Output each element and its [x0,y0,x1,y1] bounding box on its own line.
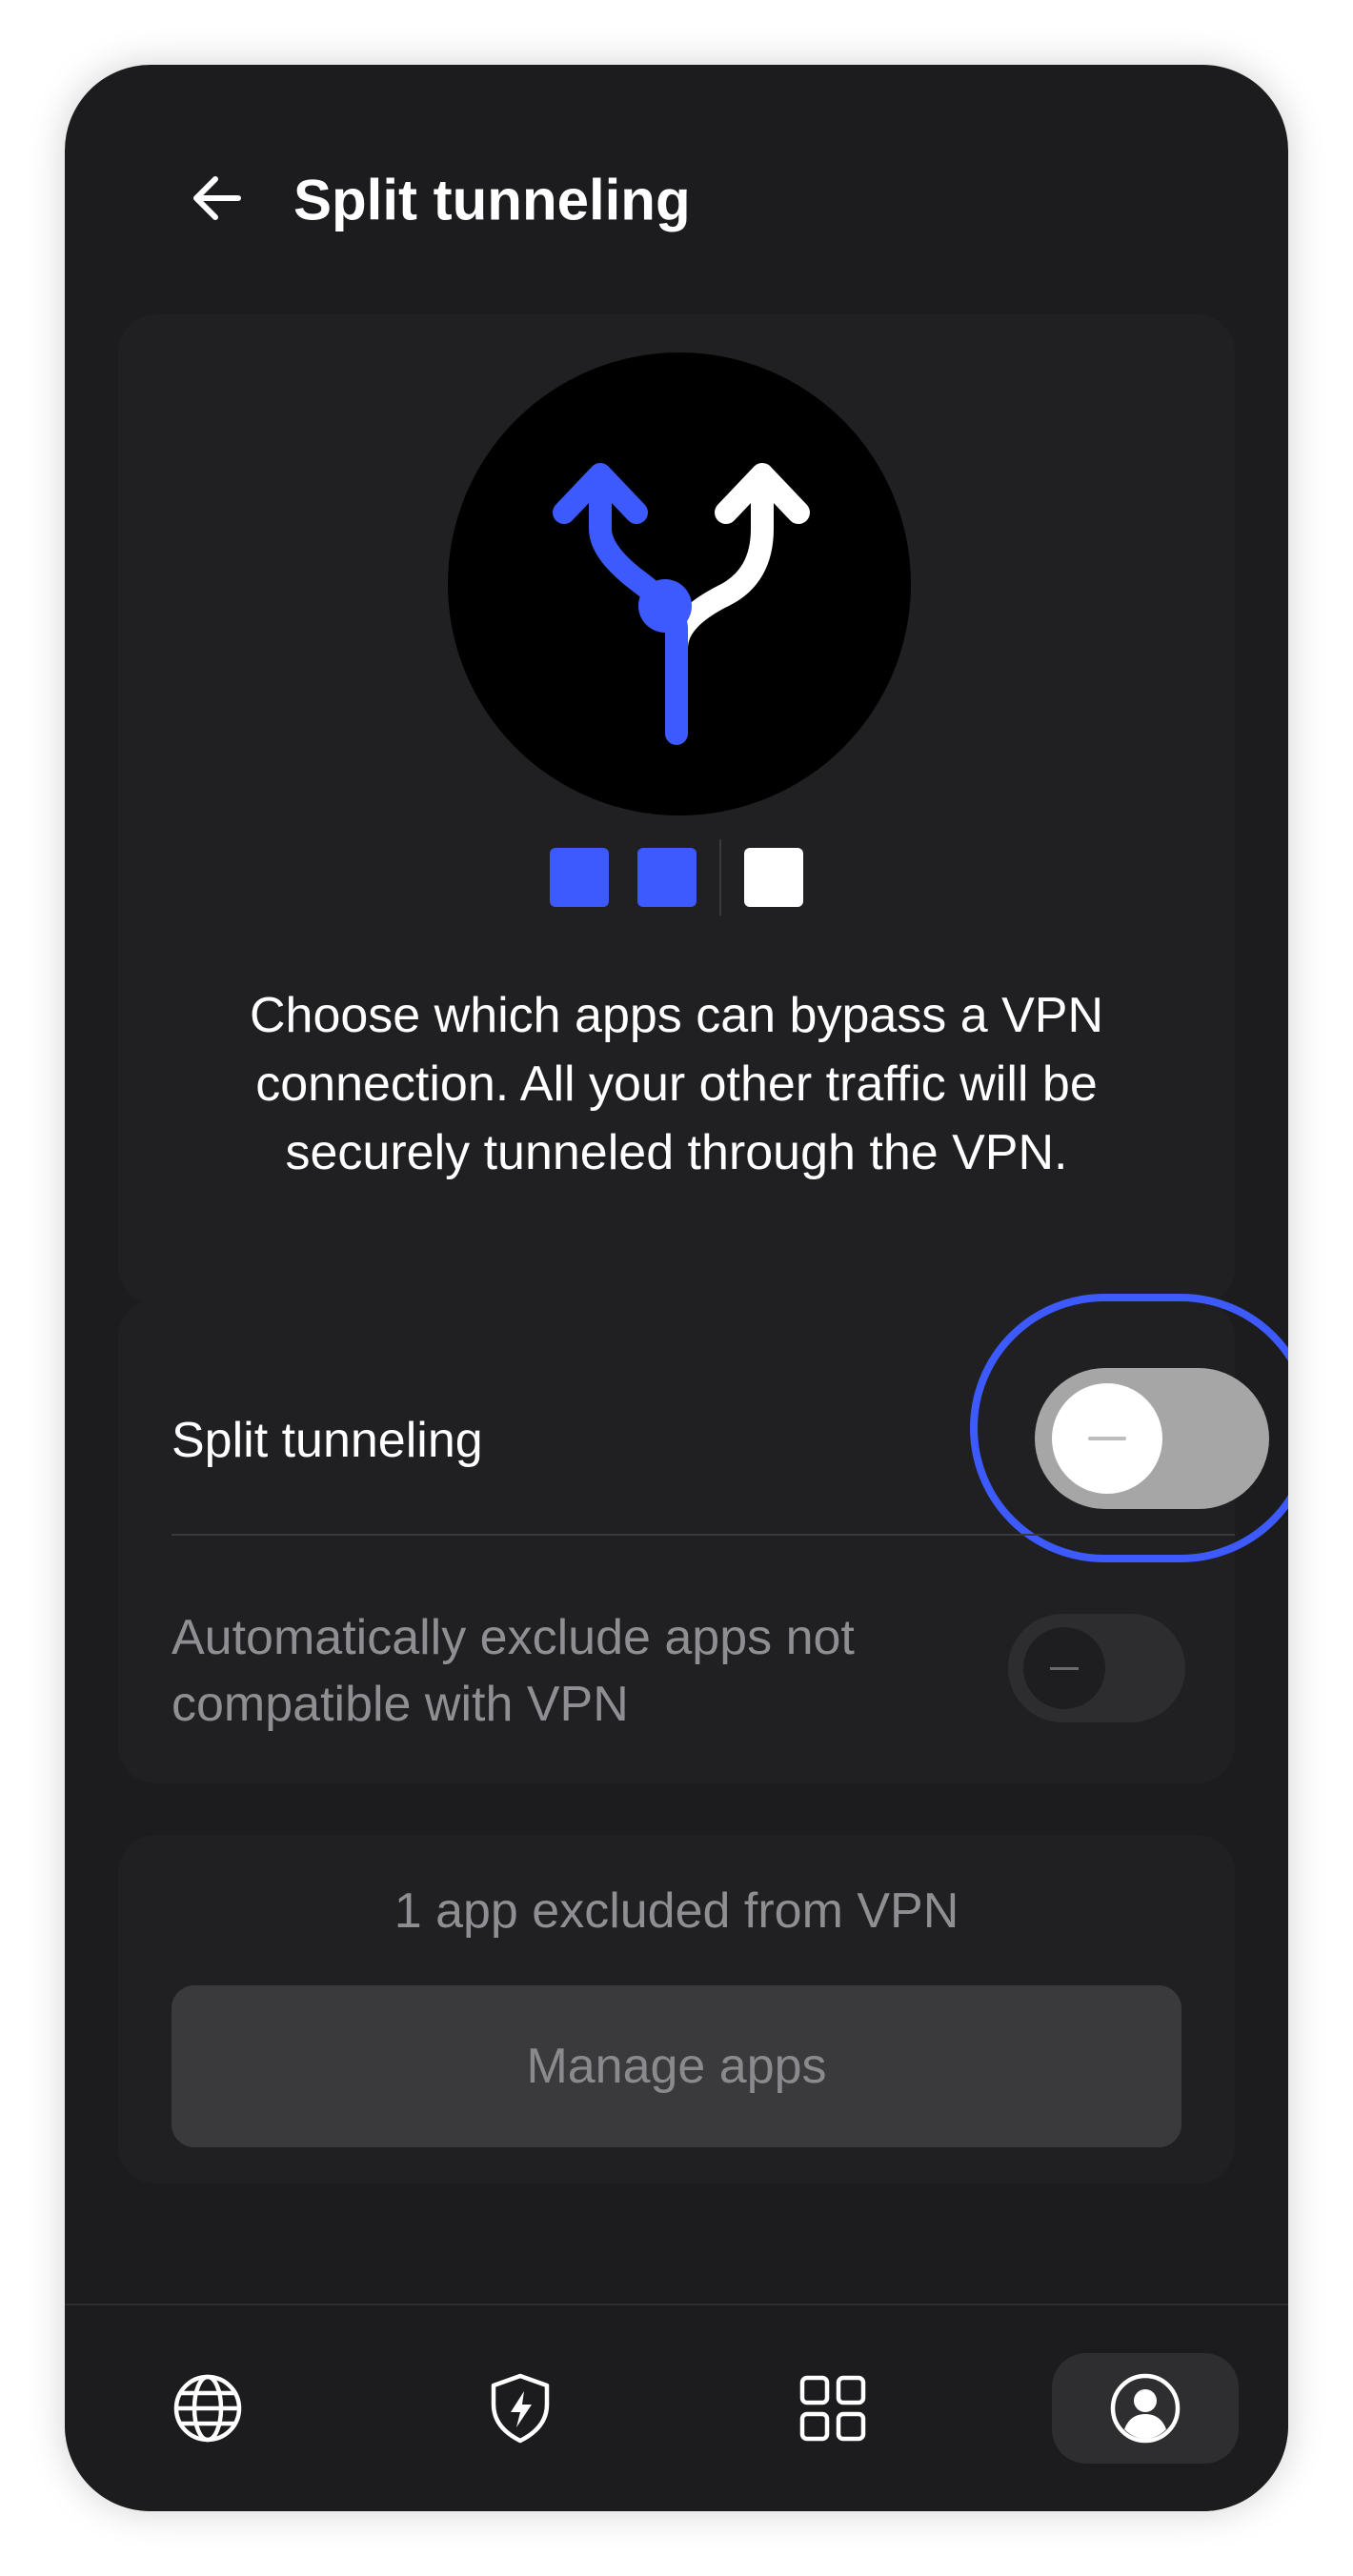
header: Split tunneling [65,65,1288,312]
settings-card: Split tunneling Automatically exclude ap… [118,1294,1288,1783]
auto-exclude-label: Automatically exclude apps not compatibl… [172,1610,855,1732]
toggle-knob [1023,1627,1105,1709]
grid-icon [799,2375,866,2442]
shield-bolt-icon [491,2373,550,2444]
blue-square-icon [637,848,697,907]
globe-icon [173,2374,242,2443]
nav-apps[interactable] [739,2353,926,2464]
divider [172,1534,1235,1536]
profile-icon [1110,2373,1181,2444]
minus-icon [1088,1437,1126,1440]
split-arrows-icon [448,352,911,815]
excluded-apps-count: 1 app excluded from VPN [394,1883,959,1939]
excluded-apps-card: 1 app excluded from VPN Manage apps [118,1835,1235,2184]
nav-protection[interactable] [427,2353,614,2464]
back-button[interactable] [160,141,274,255]
divider [719,839,721,916]
minus-icon [1050,1666,1079,1670]
auto-exclude-toggle[interactable] [1008,1614,1185,1722]
nav-profile[interactable] [1052,2353,1239,2464]
split-tunneling-label: Split tunneling [172,1413,483,1468]
manage-apps-button[interactable]: Manage apps [172,1985,1181,2147]
white-square-icon [744,848,803,907]
blue-square-icon [550,848,609,907]
bottom-nav [65,2304,1288,2511]
legend-squares [118,839,1235,916]
nav-globe[interactable] [114,2353,301,2464]
toggle-knob [1052,1383,1162,1494]
arrow-left-icon [193,176,241,220]
split-tunneling-toggle[interactable] [1035,1368,1269,1509]
description: Choose which apps can bypass a VPN conne… [249,988,1104,1180]
hero-card: Choose which apps can bypass a VPN conne… [118,314,1235,1305]
app-window: Split tunneling Choose which apps can by… [65,65,1288,2511]
page-title: Split tunneling [293,168,691,232]
